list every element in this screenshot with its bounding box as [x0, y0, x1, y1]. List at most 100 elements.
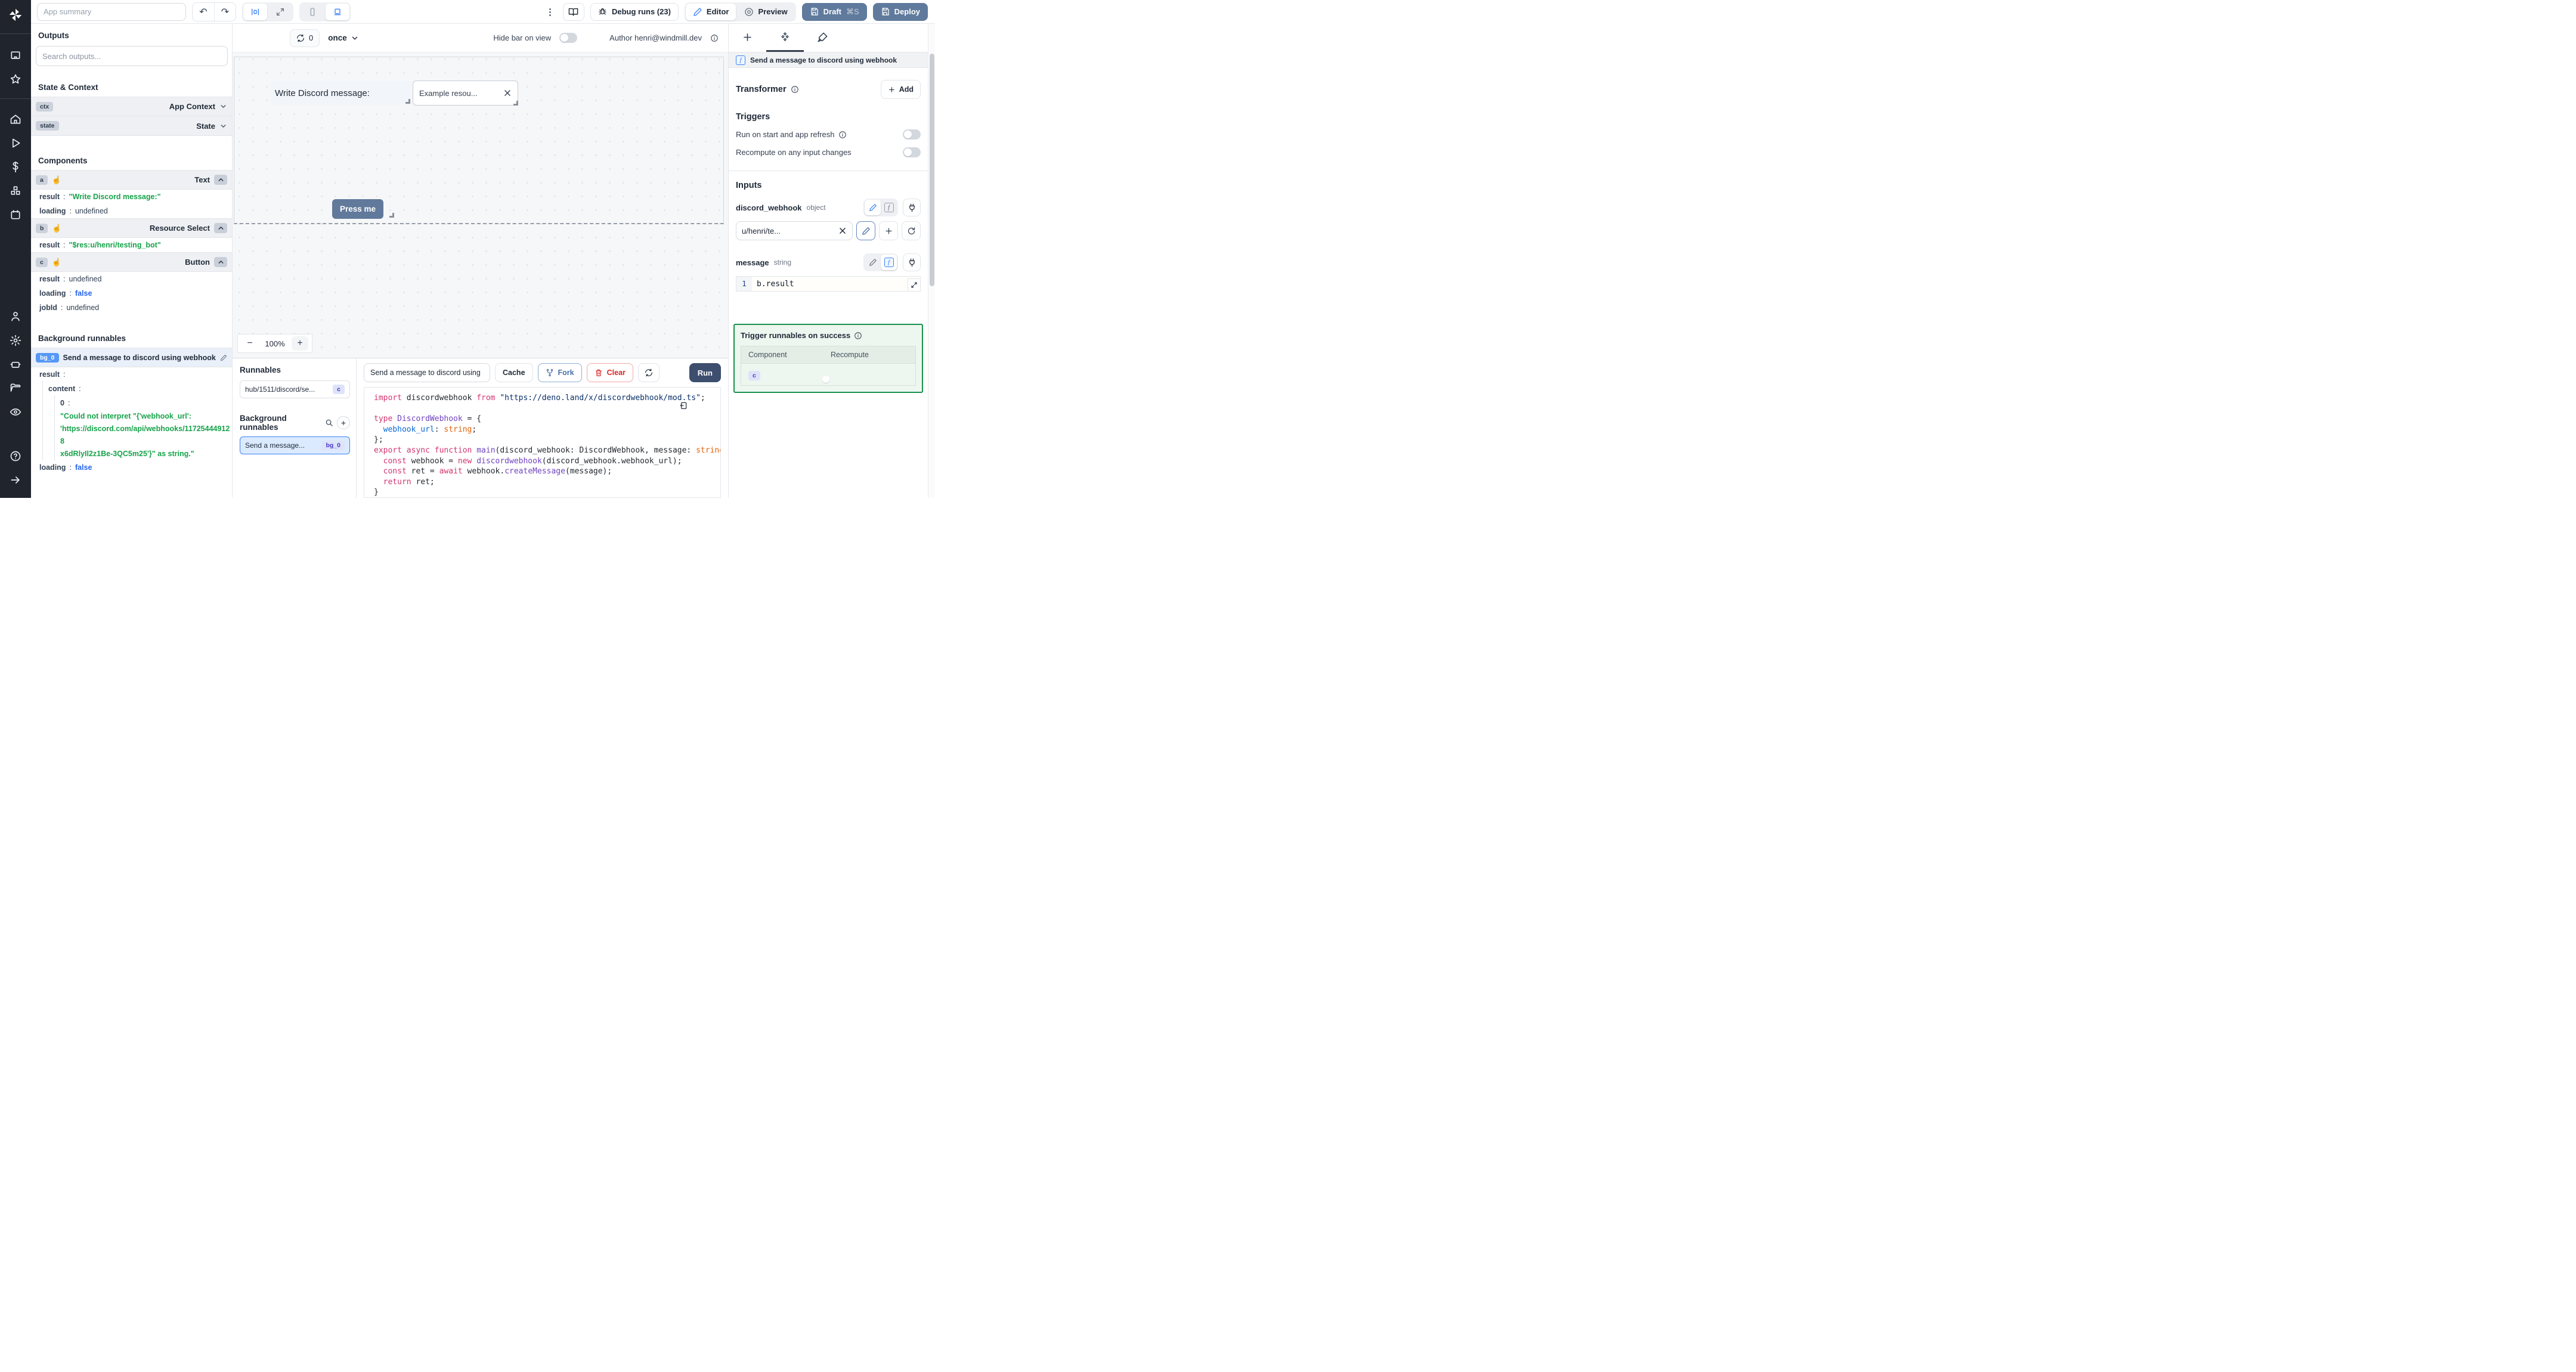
trigger-recompute: Recompute on any input changes	[736, 147, 921, 157]
search-outputs-input[interactable]	[36, 46, 228, 66]
hide-bar-label: Hide bar on view	[493, 33, 552, 42]
output-row-ctx[interactable]: ctx App Context	[31, 97, 232, 116]
components-diamonds-icon	[781, 32, 789, 41]
runs-icon[interactable]	[0, 131, 31, 155]
tab-insert-component[interactable]	[729, 24, 766, 52]
redo-button[interactable]: ↷	[214, 2, 236, 21]
add-resource-button[interactable]	[879, 221, 898, 240]
recompute-toggle[interactable]	[903, 147, 921, 157]
tab-editor[interactable]: Editor	[685, 3, 736, 20]
edit-pencil-icon[interactable]	[220, 354, 227, 361]
center-layout-button[interactable]	[243, 3, 267, 20]
add-background-runnable-button[interactable]: +	[337, 416, 350, 429]
expand-editor-icon[interactable]	[908, 278, 921, 292]
tab-component-settings[interactable]	[766, 24, 804, 52]
run-button[interactable]: Run	[689, 363, 721, 382]
hide-bar-toggle[interactable]	[559, 33, 578, 43]
zoom-out-button[interactable]: −	[242, 336, 258, 351]
favorites-star-icon[interactable]	[0, 67, 31, 91]
code-editor[interactable]: import discordwebhook from "https://deno…	[364, 387, 721, 498]
component-row-b[interactable]: b ☝ Resource Select	[31, 218, 232, 238]
debug-runs-button[interactable]: Debug runs (23)	[590, 2, 679, 21]
clear-x-icon[interactable]	[503, 89, 512, 97]
home-icon[interactable]	[0, 107, 31, 131]
schedules-icon[interactable]	[0, 203, 31, 227]
info-icon[interactable]	[838, 131, 847, 139]
audit-eye-icon[interactable]	[0, 400, 31, 424]
runnable-item[interactable]: hub/1511/discord/se... c	[240, 380, 350, 398]
collapse-chevron-up-icon[interactable]	[214, 257, 227, 267]
zoom-in-button[interactable]: +	[292, 336, 308, 351]
output-kv: result:	[39, 370, 66, 379]
resize-handle[interactable]	[405, 99, 410, 104]
clear-button[interactable]: Clear	[586, 363, 633, 382]
mobile-view-button[interactable]	[301, 4, 324, 20]
undo-button[interactable]: ↶	[193, 3, 214, 21]
deploy-button[interactable]: Deploy	[872, 2, 928, 21]
scrollbar-thumb[interactable]	[930, 54, 934, 286]
tab-preview[interactable]: Preview	[737, 4, 794, 20]
desktop-view-button[interactable]	[326, 3, 349, 20]
settings-gear-icon[interactable]	[0, 329, 31, 352]
app-grid-container[interactable]: Write Discord message: Example resou... …	[234, 57, 724, 224]
app-canvas[interactable]: Write Discord message: Example resou... …	[233, 52, 728, 358]
users-icon[interactable]	[0, 305, 31, 329]
workers-robot-icon[interactable]	[0, 352, 31, 376]
fork-button[interactable]: Fork	[537, 363, 582, 382]
output-kv: loading: false	[39, 289, 92, 298]
fullscreen-layout-button[interactable]	[268, 4, 292, 20]
folders-icon[interactable]	[0, 376, 31, 400]
more-menu-kebab[interactable]: ⋮	[543, 7, 557, 17]
static-mode-button[interactable]	[865, 200, 881, 215]
connect-plug-button[interactable]	[903, 253, 921, 271]
info-icon[interactable]	[854, 332, 862, 340]
output-row-state[interactable]: state State	[31, 116, 232, 136]
code-column: Cache Fork Clear Run	[357, 358, 728, 498]
app-summary-input[interactable]	[37, 2, 186, 21]
search-icon[interactable]	[325, 419, 333, 427]
info-icon[interactable]	[791, 85, 799, 94]
cache-button[interactable]: Cache	[495, 363, 533, 382]
press-me-button[interactable]: Press me	[332, 199, 383, 219]
windmill-logo-icon[interactable]	[8, 5, 23, 25]
draft-button[interactable]: Draft ⌘S	[801, 2, 867, 21]
copy-code-icon[interactable]	[679, 401, 688, 412]
edit-resource-button[interactable]	[856, 221, 875, 240]
resize-handle[interactable]	[513, 101, 518, 106]
add-transformer-button[interactable]: Add	[880, 80, 921, 99]
component-row-c[interactable]: c ☝ Button	[31, 252, 232, 272]
component-c-badge: c	[36, 257, 48, 267]
eval-mode-button[interactable]: f	[881, 255, 897, 270]
component-row-a[interactable]: a ☝ Text	[31, 170, 232, 190]
collapse-chevron-up-icon[interactable]	[214, 175, 227, 185]
runnable-name-input[interactable]	[364, 363, 490, 382]
background-runnable-item-selected[interactable]: Send a message... bg_0	[240, 436, 350, 454]
background-runnable-row[interactable]: bg_0 Send a message to discord using web…	[31, 348, 232, 367]
workspace-icon[interactable]	[0, 44, 31, 67]
refresh-count-button[interactable]: 0	[290, 29, 320, 47]
info-icon[interactable]	[710, 34, 719, 42]
resource-select-component[interactable]: Example resou...	[413, 80, 518, 106]
connect-plug-button[interactable]	[903, 199, 921, 216]
help-icon[interactable]	[0, 444, 31, 468]
docs-book-button[interactable]	[562, 2, 584, 21]
message-expr-editor[interactable]: 1 b.result	[736, 276, 921, 292]
tab-styling[interactable]	[804, 24, 841, 52]
refresh-code-button[interactable]	[637, 363, 660, 382]
collapse-rail-icon[interactable]	[0, 468, 31, 492]
resources-icon[interactable]	[0, 179, 31, 203]
text-component[interactable]: Write Discord message:	[271, 81, 411, 105]
static-mode-button[interactable]	[865, 255, 881, 270]
collapse-chevron-up-icon[interactable]	[214, 223, 227, 233]
reload-resource-button[interactable]	[902, 221, 921, 240]
rail-divider	[0, 33, 31, 34]
resize-handle[interactable]	[389, 213, 394, 218]
clear-x-icon[interactable]	[838, 227, 847, 235]
scrollbar[interactable]	[928, 24, 935, 498]
run-on-start-toggle[interactable]	[903, 129, 921, 140]
schedule-dropdown[interactable]: once	[328, 33, 359, 42]
resource-picker[interactable]: u/henri/te...	[736, 221, 853, 240]
eval-mode-button[interactable]: f	[881, 200, 897, 215]
ctx-badge: ctx	[36, 101, 54, 112]
variables-icon[interactable]	[0, 155, 31, 179]
